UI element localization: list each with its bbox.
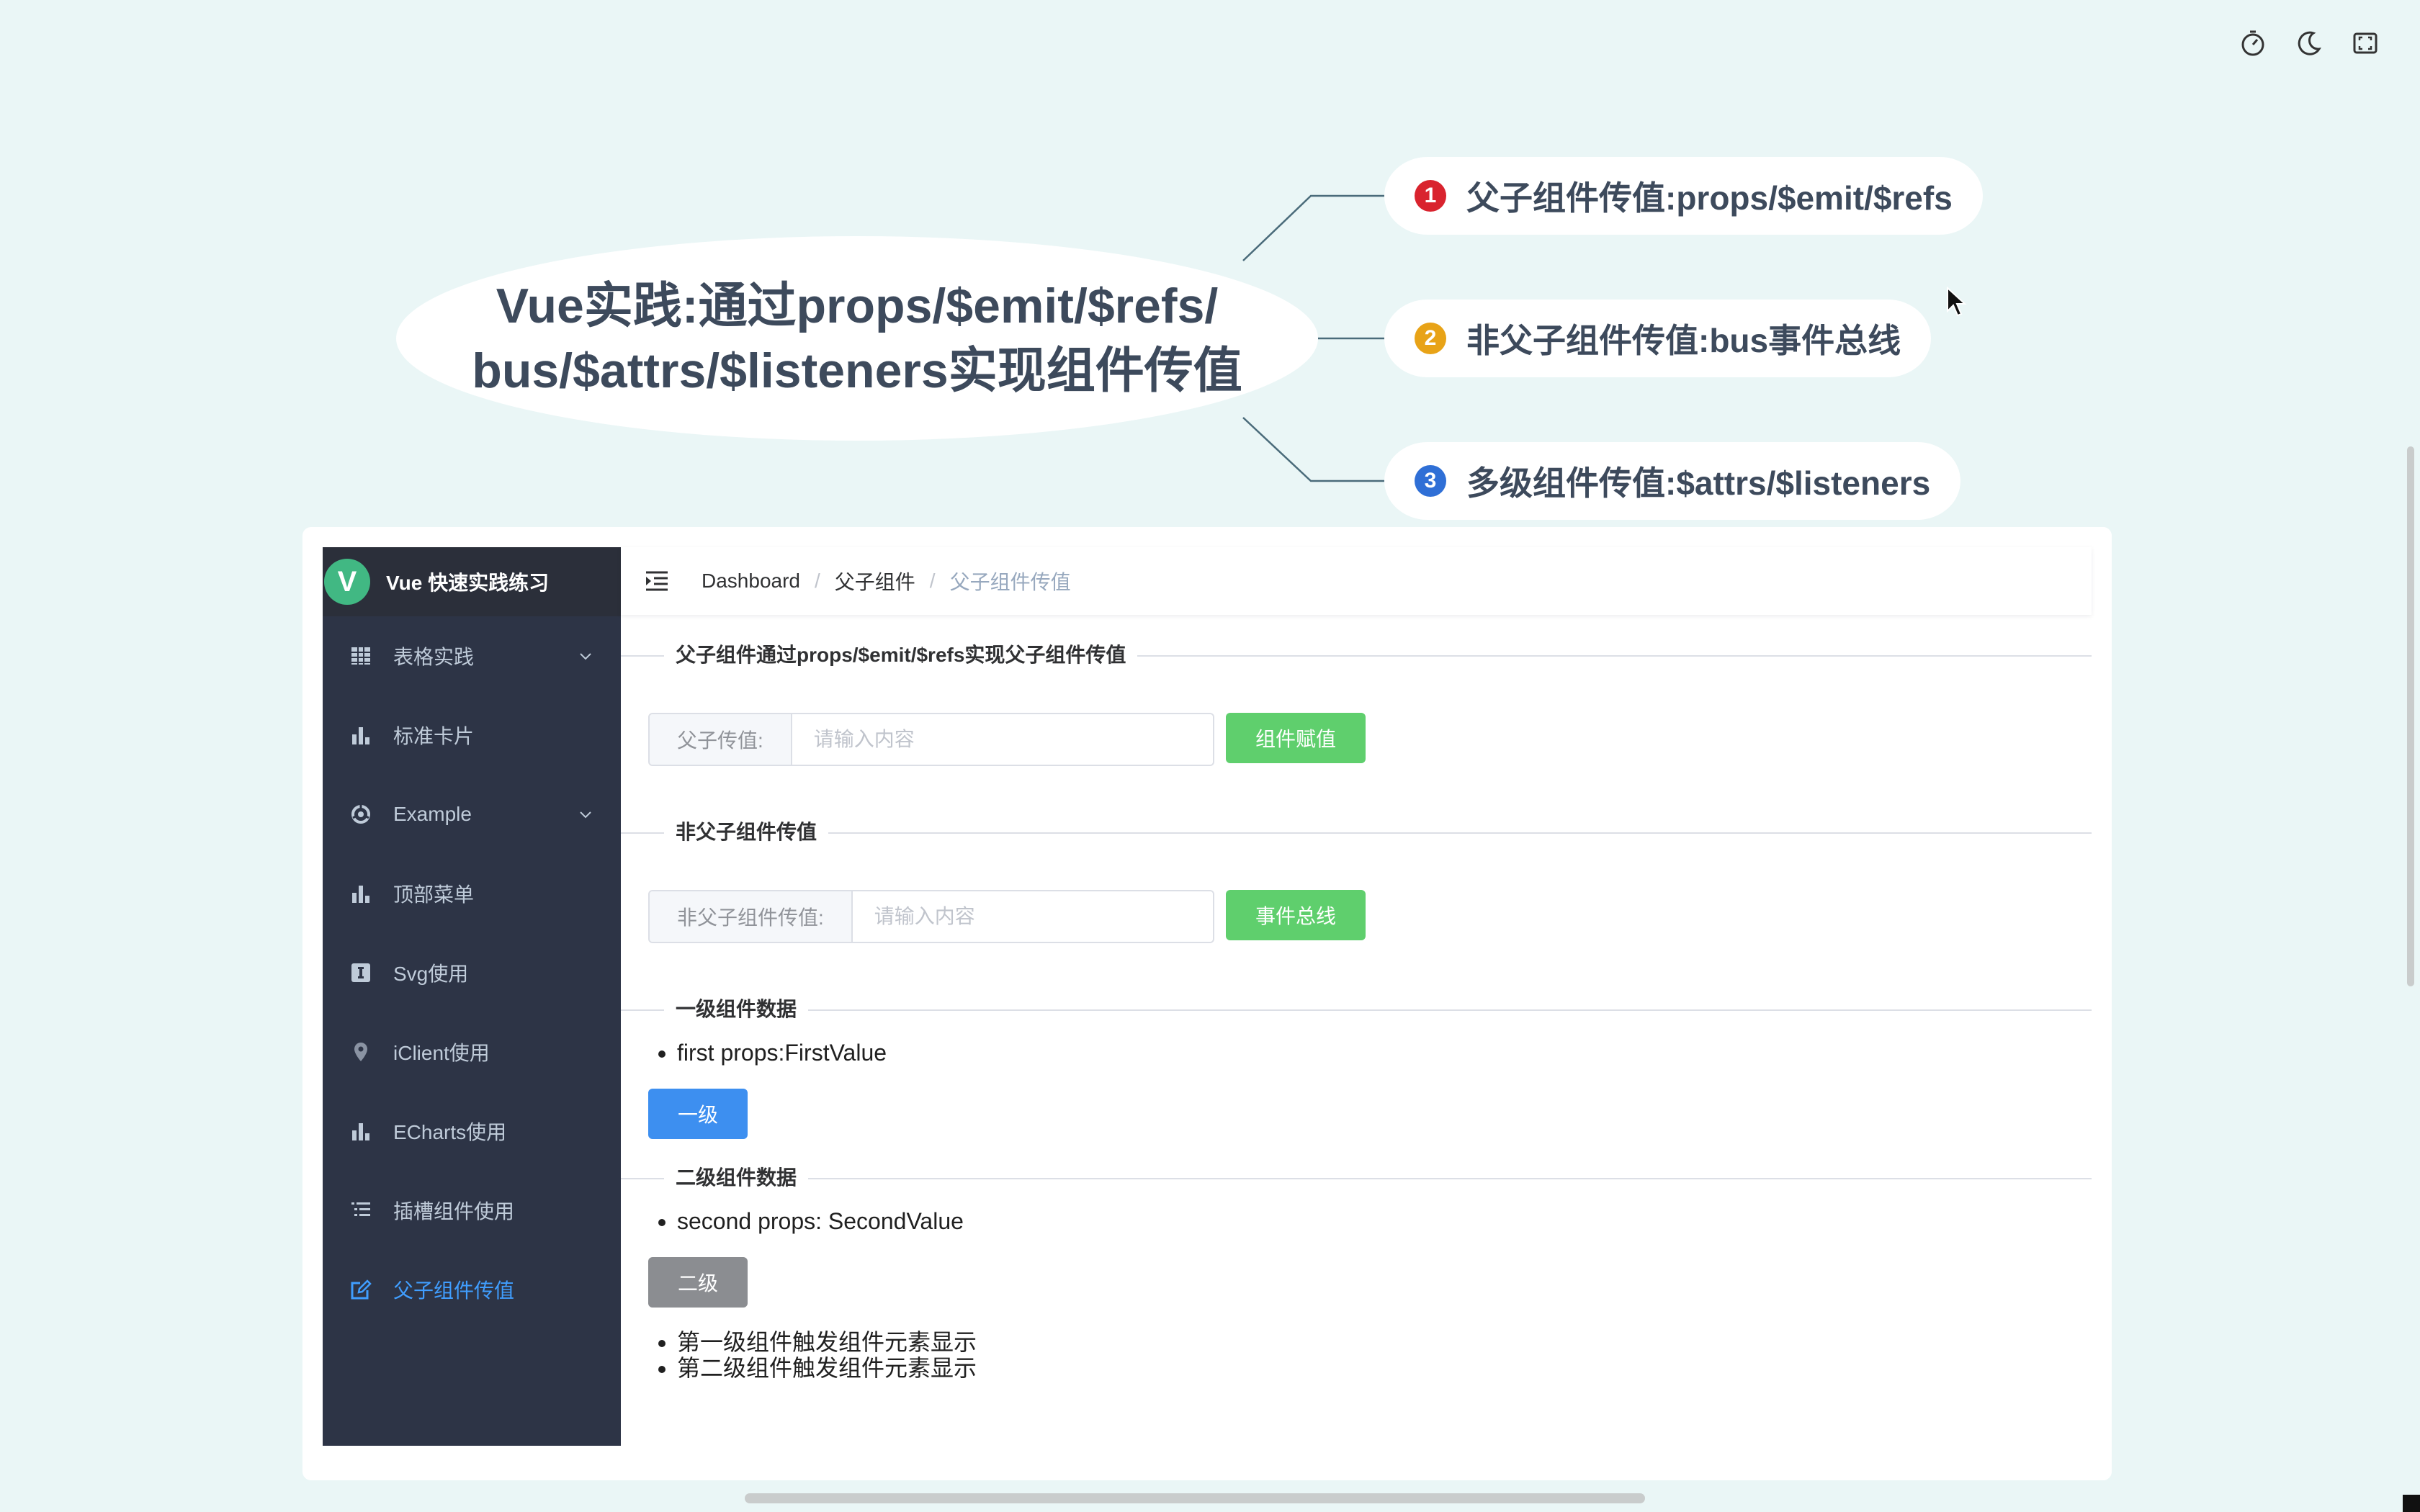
parent-value-input-group: 父子传值: bbox=[648, 713, 1214, 766]
sidebar-item-iclient[interactable]: iClient使用 bbox=[323, 1012, 621, 1092]
component-assign-button[interactable]: 组件赋值 bbox=[1226, 713, 1366, 763]
first-level-button[interactable]: 一级 bbox=[648, 1089, 748, 1139]
sidebar-item-label: 插槽组件使用 bbox=[393, 1200, 515, 1223]
sidebar-item-svg[interactable]: Svg使用 bbox=[323, 933, 621, 1012]
bar-chart-icon bbox=[350, 883, 372, 904]
horizontal-scrollbar[interactable] bbox=[745, 1493, 1645, 1503]
sidebar-item-standard-card[interactable]: 标准卡片 bbox=[323, 696, 621, 775]
sidebar-item-top-menu[interactable]: 顶部菜单 bbox=[323, 854, 621, 933]
edit-icon bbox=[350, 1279, 372, 1300]
sidebar-item-parent-child-value[interactable]: 父子组件传值 bbox=[323, 1250, 621, 1329]
bar-chart-icon bbox=[350, 1120, 372, 1142]
svg-icon bbox=[350, 962, 372, 984]
input-prepend-label: 非父子组件传值: bbox=[650, 891, 853, 942]
central-topic-line-2: bus/$attrs/$listeners实现组件传值 bbox=[472, 343, 1242, 398]
table-icon bbox=[350, 645, 372, 667]
location-pin-icon bbox=[350, 1041, 372, 1063]
sidebar-item-label: 顶部菜单 bbox=[393, 883, 475, 906]
main-content: Dashboard / 父子组件 / 父子组件传值 父子组件通过props/$e… bbox=[621, 547, 2092, 1446]
second-level-data-list: second props: SecondValue bbox=[648, 1208, 964, 1234]
breadcrumb: Dashboard / 父子组件 / 父子组件传值 bbox=[702, 567, 1071, 595]
sidebar-item-label: iClient使用 bbox=[393, 1042, 490, 1064]
navbar: Dashboard / 父子组件 / 父子组件传值 bbox=[621, 547, 2092, 615]
mind-map-central-topic: Vue实践:通过props/$emit/$refs/ bus/$attrs/$l… bbox=[396, 236, 1318, 441]
branch-number-badge: 2 bbox=[1415, 323, 1446, 354]
mind-map-branch-1: 1 父子组件传值:props/$emit/$refs bbox=[1384, 157, 1983, 235]
sidebar-item-label: ECharts使用 bbox=[393, 1121, 507, 1143]
section-title: 一级组件数据 bbox=[664, 995, 809, 1024]
non-parent-value-input-group: 非父子组件传值: bbox=[648, 890, 1214, 943]
input-prepend-label: 父子传值: bbox=[650, 714, 792, 765]
mind-map-branch-2: 2 非父子组件传值:bus事件总线 bbox=[1384, 300, 1932, 377]
sidebar: V Vue 快速实践练习 表格实践 标准卡片 Example 顶部菜单 Svg使… bbox=[323, 547, 621, 1446]
sidebar-item-label: Svg使用 bbox=[393, 963, 469, 985]
mind-map-branch-3: 3 多级组件传值:$attrs/$listeners bbox=[1384, 442, 1961, 520]
second-level-button[interactable]: 二级 bbox=[648, 1257, 748, 1308]
branch-label: 多级组件传值:$attrs/$listeners bbox=[1466, 464, 1931, 502]
non-parent-value-input[interactable] bbox=[852, 891, 1213, 942]
mouse-cursor-icon bbox=[1947, 287, 1967, 317]
sidebar-item-label: 表格实践 bbox=[393, 646, 475, 668]
branch-number-badge: 1 bbox=[1415, 180, 1446, 212]
central-topic-line-1: Vue实践:通过props/$emit/$refs/ bbox=[496, 279, 1219, 333]
first-level-data-list: first props:FirstValue bbox=[648, 1040, 887, 1066]
list-item: second props: SecondValue bbox=[677, 1208, 964, 1234]
branch-label: 非父子组件传值:bus事件总线 bbox=[1466, 322, 1901, 359]
breadcrumb-item-dashboard[interactable]: Dashboard bbox=[702, 570, 800, 593]
divider-section-1: 父子组件通过props/$emit/$refs实现父子组件传值 bbox=[621, 641, 2092, 670]
scrollbar-corner bbox=[2403, 1495, 2420, 1512]
vue-logo-icon: V bbox=[324, 559, 370, 605]
breadcrumb-separator: / bbox=[814, 570, 820, 592]
list-item: 第二级组件触发组件元素显示 bbox=[677, 1355, 977, 1381]
app-title: Vue 快速实践练习 bbox=[386, 572, 550, 594]
divider-section-3: 一级组件数据 bbox=[621, 995, 2092, 1024]
mind-map: Vue实践:通过props/$emit/$refs/ bus/$attrs/$l… bbox=[0, 0, 2420, 533]
vertical-scrollbar[interactable] bbox=[2407, 446, 2414, 986]
branch-number-badge: 3 bbox=[1415, 465, 1446, 497]
result-list: 第一级组件触发组件元素显示 第二级组件触发组件元素显示 bbox=[648, 1329, 977, 1381]
divider-section-2: 非父子组件传值 bbox=[621, 818, 2092, 847]
section-title: 非父子组件传值 bbox=[664, 818, 829, 847]
sidebar-item-table-practice[interactable]: 表格实践 bbox=[323, 616, 621, 696]
sidebar-item-echarts[interactable]: ECharts使用 bbox=[323, 1092, 621, 1171]
sidebar-item-slot-component[interactable]: 插槽组件使用 bbox=[323, 1171, 621, 1250]
chevron-down-icon[interactable] bbox=[578, 648, 593, 664]
sidebar-item-example[interactable]: Example bbox=[323, 775, 621, 854]
mind-map-connectors bbox=[1242, 194, 1384, 482]
sidebar-logo-row[interactable]: V Vue 快速实践练习 bbox=[323, 547, 621, 616]
list-item: 第一级组件触发组件元素显示 bbox=[677, 1329, 977, 1355]
sidebar-item-label: Example bbox=[393, 803, 472, 825]
breadcrumb-item-current: 父子组件传值 bbox=[949, 571, 1071, 593]
sidebar-item-label: 标准卡片 bbox=[393, 725, 475, 747]
list-icon bbox=[350, 1200, 372, 1221]
breadcrumb-item-parent-child[interactable]: 父子组件 bbox=[835, 567, 915, 595]
example-icon bbox=[350, 804, 372, 825]
bar-chart-icon bbox=[350, 724, 372, 746]
divider-section-4: 二级组件数据 bbox=[621, 1164, 2092, 1192]
list-item: first props:FirstValue bbox=[677, 1040, 887, 1066]
section-title: 二级组件数据 bbox=[664, 1164, 809, 1192]
event-bus-button[interactable]: 事件总线 bbox=[1226, 890, 1366, 940]
section-title: 父子组件通过props/$emit/$refs实现父子组件传值 bbox=[664, 641, 1138, 670]
branch-label: 父子组件传值:props/$emit/$refs bbox=[1466, 179, 1953, 217]
breadcrumb-separator: / bbox=[929, 570, 936, 592]
sidebar-item-label: 父子组件传值 bbox=[393, 1279, 515, 1302]
hamburger-menu-icon[interactable] bbox=[644, 568, 670, 594]
app-window: V Vue 快速实践练习 表格实践 标准卡片 Example 顶部菜单 Svg使… bbox=[302, 527, 2112, 1480]
parent-value-input[interactable] bbox=[792, 714, 1213, 765]
chevron-down-icon[interactable] bbox=[578, 806, 593, 822]
